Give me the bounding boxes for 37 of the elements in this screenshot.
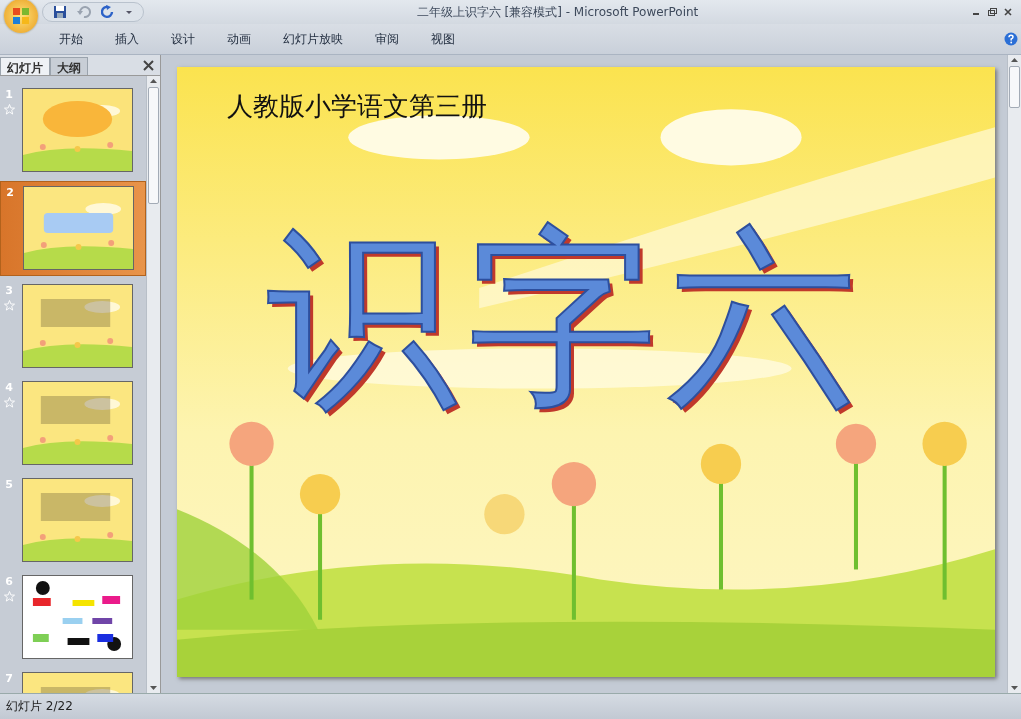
close-icon[interactable]: [1003, 7, 1013, 17]
close-icon[interactable]: [143, 60, 154, 71]
logo-icon: [11, 6, 31, 26]
slide-number: 7: [5, 672, 13, 685]
ribbon-tab[interactable]: 设计: [156, 27, 210, 51]
panel-tab[interactable]: 大纲: [50, 57, 88, 75]
scrollbar[interactable]: [1007, 55, 1021, 693]
ribbon-tab[interactable]: 插入: [100, 27, 154, 51]
slide-number: 3: [5, 284, 13, 297]
scroll-up-icon[interactable]: [149, 78, 158, 84]
scroll-thumb[interactable]: [1009, 66, 1020, 108]
ribbon-tab[interactable]: 幻灯片放映: [268, 27, 358, 51]
help-icon[interactable]: [1004, 32, 1018, 46]
scrollbar[interactable]: [146, 76, 160, 693]
ribbon-tab[interactable]: 视图: [416, 27, 470, 51]
scroll-down-icon[interactable]: [149, 685, 158, 691]
slide-number: 6: [5, 575, 13, 588]
restore-icon[interactable]: [987, 7, 997, 17]
slide-heading: 识字六: [267, 224, 867, 414]
slide-subtitle: 人教版小学语文第三册: [227, 90, 487, 123]
panel-tab[interactable]: 幻灯片: [0, 57, 50, 75]
scroll-thumb[interactable]: [148, 87, 159, 204]
slide-number: 1: [5, 88, 13, 101]
office-button[interactable]: [4, 0, 38, 33]
window-title: 二年级上识字六 [兼容模式] - Microsoft PowerPoint: [415, 3, 700, 21]
slide-number: 5: [5, 478, 13, 491]
scroll-down-icon[interactable]: [1010, 685, 1019, 691]
ribbon-tab[interactable]: 审阅: [360, 27, 414, 51]
slide-counter: 幻灯片 2/22: [5, 698, 73, 715]
save-icon[interactable]: [53, 5, 67, 19]
slide-number: 4: [5, 381, 13, 394]
redo-icon[interactable]: [101, 5, 115, 19]
slide-number: 2: [6, 186, 14, 199]
ribbon-tab[interactable]: 动画: [212, 27, 266, 51]
scroll-up-icon[interactable]: [1010, 57, 1019, 63]
dropdown-icon[interactable]: [125, 8, 133, 16]
ribbon-tab[interactable]: 开始: [44, 27, 98, 51]
